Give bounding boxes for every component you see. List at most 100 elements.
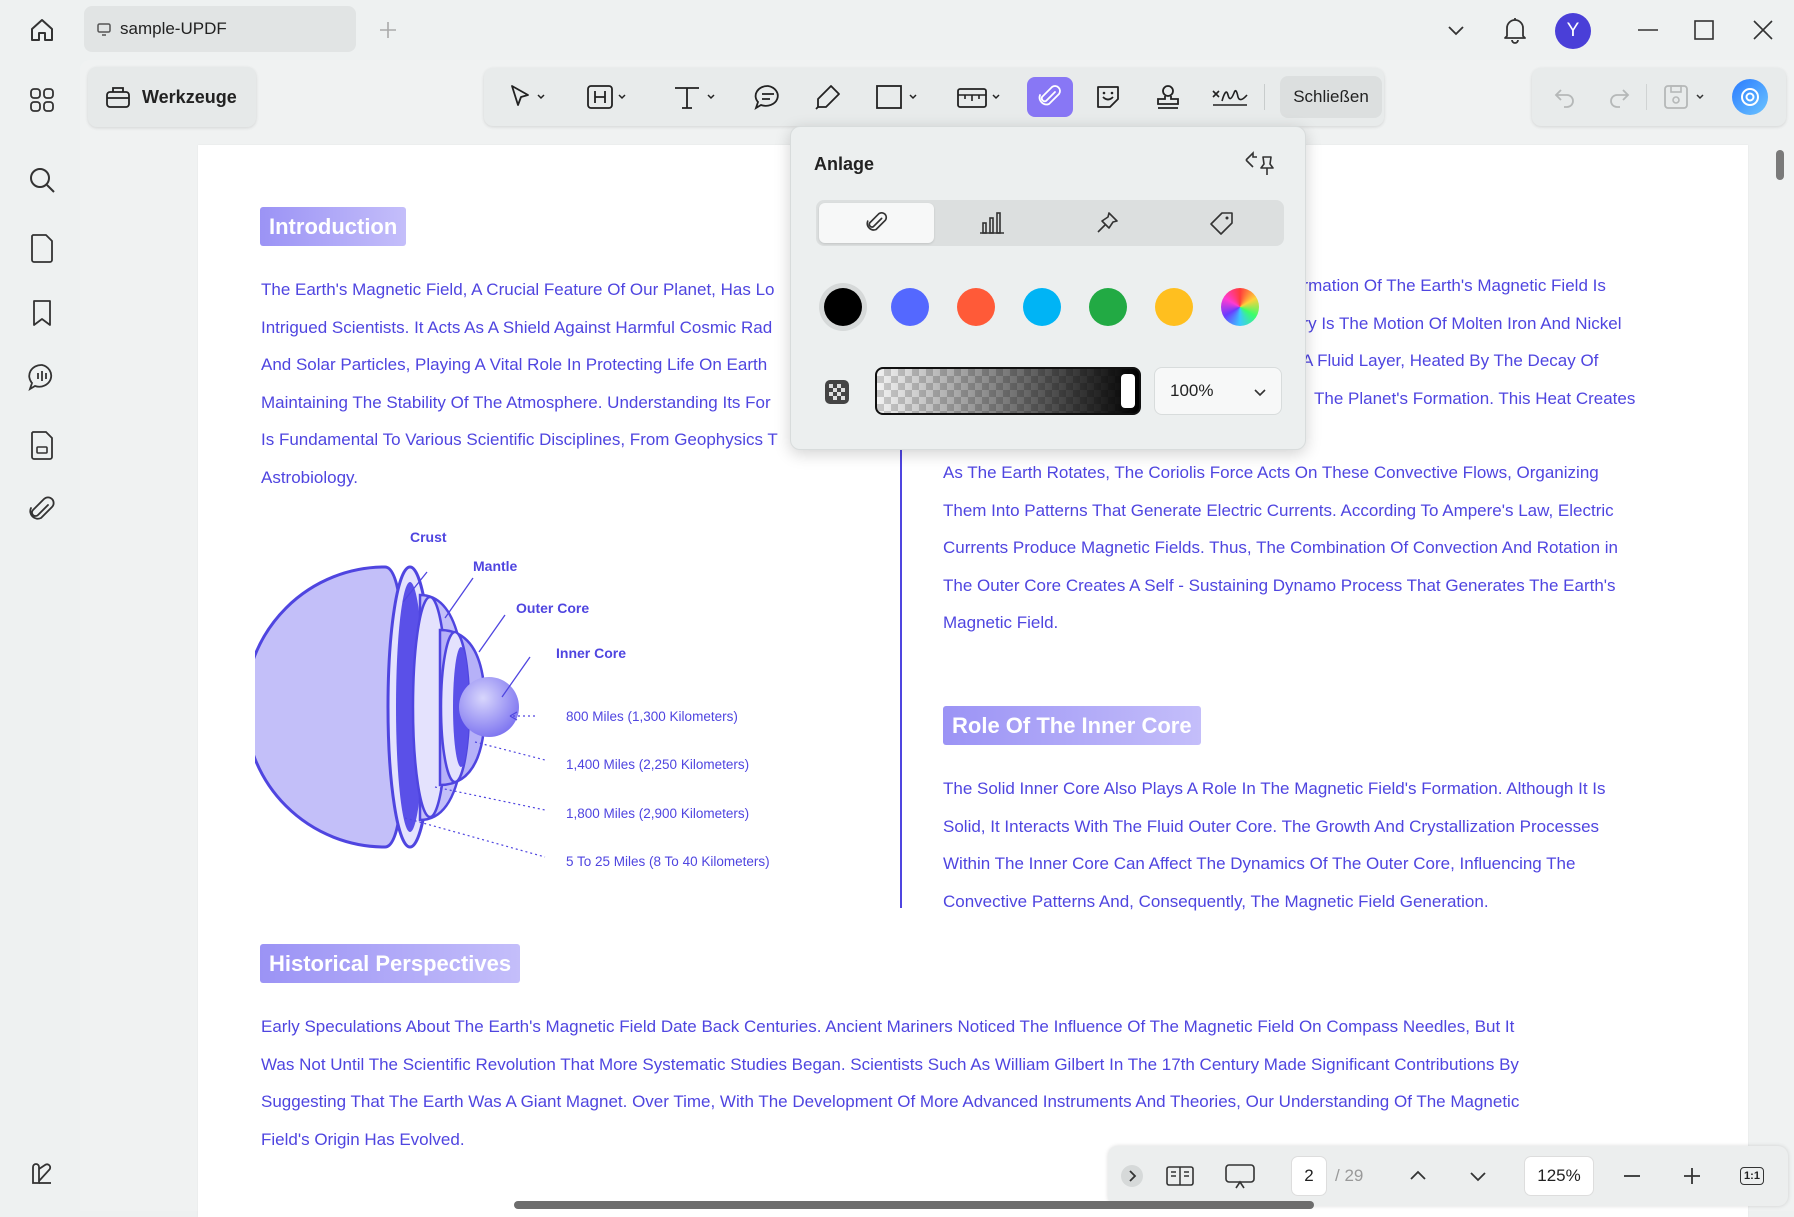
- redo-button[interactable]: [1602, 80, 1636, 114]
- measure-tool[interactable]: [950, 77, 1006, 117]
- undo-button[interactable]: [1548, 80, 1582, 114]
- marker-icon: [815, 85, 840, 110]
- color-swatch-orange[interactable]: [957, 288, 995, 326]
- color-swatch-yellow[interactable]: [1155, 288, 1193, 326]
- paperclip-icon: [29, 496, 55, 520]
- annotation-toolbar: Schließen: [484, 68, 1384, 126]
- text-tool[interactable]: [666, 77, 722, 117]
- actual-size-button[interactable]: 1:1: [1736, 1156, 1768, 1196]
- label-inner-core: Inner Core: [556, 645, 627, 661]
- stamp-tool[interactable]: [1148, 77, 1188, 117]
- sticker-icon: [1097, 86, 1119, 108]
- zoom-level-input[interactable]: 125%: [1524, 1156, 1594, 1196]
- theme-button[interactable]: [22, 1154, 62, 1194]
- expand-bar-button[interactable]: [1120, 1156, 1144, 1196]
- total-pages: / 29: [1335, 1166, 1364, 1185]
- horizontal-scrollbar[interactable]: [514, 1201, 1314, 1209]
- tab-file-attachment[interactable]: [819, 203, 934, 243]
- left-rail: [0, 60, 80, 1217]
- page-navigation-bar: 2 / 29 125% 1:1: [1108, 1146, 1788, 1206]
- tools-button[interactable]: Werkzeuge: [88, 67, 256, 127]
- tag-icon: [1209, 212, 1233, 235]
- zoom-in-button[interactable]: [1676, 1156, 1708, 1196]
- plus-icon: [380, 22, 396, 38]
- toolbar-divider: [1646, 84, 1647, 110]
- presentation-button[interactable]: [1220, 1156, 1260, 1196]
- opacity-slider[interactable]: [875, 367, 1141, 415]
- comments-button[interactable]: [22, 357, 62, 397]
- pin-popup-button[interactable]: [1240, 145, 1280, 181]
- text-icon: [675, 87, 715, 109]
- search-button[interactable]: [22, 160, 62, 200]
- minus-icon: [1624, 1175, 1640, 1177]
- document-tab[interactable]: sample-UPDF: [84, 6, 356, 52]
- previous-page-button[interactable]: [1402, 1156, 1434, 1196]
- maximize-button[interactable]: [1686, 12, 1722, 48]
- color-swatch-black[interactable]: [824, 288, 862, 326]
- bookmarks-button[interactable]: [22, 293, 62, 333]
- popup-title: Anlage: [814, 154, 875, 174]
- undo-icon: [1554, 89, 1574, 108]
- avatar[interactable]: Y: [1555, 13, 1591, 49]
- current-page-input[interactable]: 2: [1291, 1156, 1327, 1196]
- highlight-tool[interactable]: [578, 77, 634, 117]
- color-swatch-cyan[interactable]: [1023, 288, 1061, 326]
- ruler-icon: [957, 88, 1000, 108]
- minimize-button[interactable]: [1630, 12, 1666, 48]
- attachment-tool[interactable]: [1027, 77, 1073, 117]
- vertical-scrollbar[interactable]: [1776, 150, 1784, 180]
- signature-tool[interactable]: [1208, 77, 1252, 117]
- close-tools-button[interactable]: Schließen: [1280, 76, 1382, 118]
- rotation-paragraph: As The Earth Rotates, The Coriolis Force…: [943, 463, 1619, 633]
- select-tool[interactable]: [498, 77, 554, 117]
- sticker-tool[interactable]: [1088, 77, 1128, 117]
- tab-tag[interactable]: [1164, 203, 1279, 243]
- attachment-type-selector: [816, 200, 1284, 246]
- theme-icon: [32, 1163, 52, 1184]
- search-icon: [30, 168, 55, 193]
- speech-bubble-icon: [754, 85, 779, 111]
- chevron-right-icon: [1121, 1165, 1143, 1187]
- opacity-select[interactable]: 100%: [1154, 367, 1282, 415]
- tabs-dropdown-button[interactable]: [1440, 14, 1472, 46]
- apps-button[interactable]: [22, 80, 62, 120]
- book-layout-icon: [1166, 1166, 1194, 1186]
- form-button[interactable]: [22, 425, 62, 465]
- color-swatch-green[interactable]: [1089, 288, 1127, 326]
- color-swatch-blue[interactable]: [891, 288, 929, 326]
- save-button[interactable]: [1656, 80, 1712, 114]
- pen-tool[interactable]: [808, 77, 848, 117]
- rectangle-icon: [876, 85, 917, 109]
- label-crust: Crust: [410, 529, 447, 545]
- page-icon: [31, 234, 53, 263]
- distance-1: 800 Miles (1,300 Kilometers): [566, 709, 738, 724]
- chevron-down-icon: [1470, 1172, 1486, 1182]
- opacity-slider-thumb[interactable]: [1121, 374, 1135, 408]
- comment-tool[interactable]: [748, 77, 788, 117]
- ai-assistant-button[interactable]: [1732, 79, 1768, 115]
- heading-introduction: Introduction: [260, 207, 407, 246]
- home-button[interactable]: [22, 12, 62, 48]
- notifications-button[interactable]: [1498, 12, 1532, 48]
- redo-icon: [1610, 89, 1630, 108]
- close-window-button[interactable]: [1745, 12, 1781, 48]
- next-page-button[interactable]: [1462, 1156, 1494, 1196]
- tab-graph[interactable]: [934, 203, 1049, 243]
- chevron-down-icon: [1254, 389, 1266, 397]
- new-tab-button[interactable]: [372, 14, 404, 46]
- comment-icon: [28, 364, 53, 392]
- chevron-up-icon: [1410, 1170, 1426, 1180]
- pin-settings-icon: [1245, 151, 1274, 175]
- tab-title: sample-UPDF: [120, 19, 227, 38]
- tab-pushpin[interactable]: [1049, 203, 1164, 243]
- pages-button[interactable]: [22, 228, 62, 268]
- page-layout-button[interactable]: [1160, 1156, 1200, 1196]
- shape-tool[interactable]: [868, 77, 924, 117]
- color-picker-custom[interactable]: [1221, 288, 1259, 326]
- distance-3: 1,800 Miles (2,900 Kilometers): [566, 806, 750, 821]
- attachments-button[interactable]: [22, 490, 62, 530]
- zoom-out-button[interactable]: [1616, 1156, 1648, 1196]
- document-form-icon: [31, 431, 53, 460]
- history-toolbar: [1532, 68, 1786, 126]
- toolbar-divider: [1264, 84, 1265, 110]
